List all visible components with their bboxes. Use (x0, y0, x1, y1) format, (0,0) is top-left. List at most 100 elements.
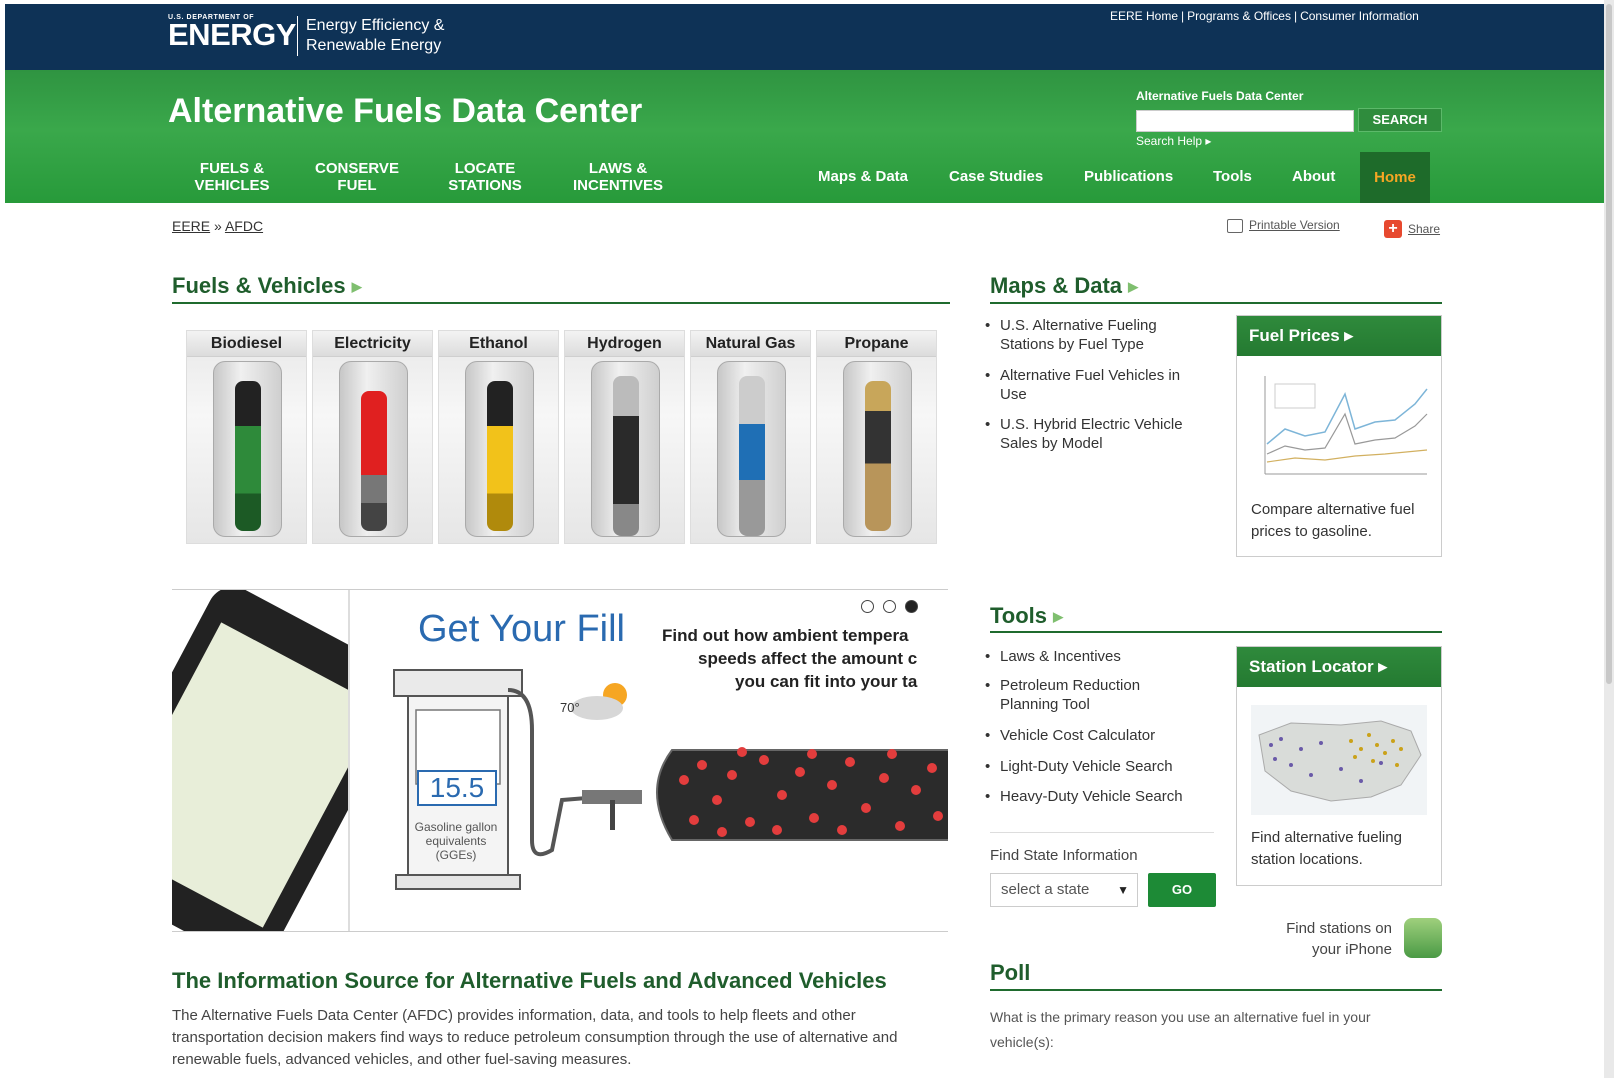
card-text-line: Find alternative fueling (1251, 829, 1402, 846)
tools-link-laws[interactable]: Laws & Incentives (985, 647, 1121, 666)
fuel-tile-natural-gas[interactable]: Natural Gas (690, 330, 811, 544)
gauge-caption: Gasoline gallon equivalents (GGEs) (408, 820, 504, 862)
top-link-eere-home[interactable]: EERE Home (1110, 9, 1178, 23)
fuel-prices-card-text: Compare alternative fuel prices to gasoli… (1251, 499, 1414, 543)
nav-label-line2: STATIONS (448, 177, 522, 194)
iphone-text-line: your iPhone (1311, 941, 1392, 958)
nav-fuels-vehicles[interactable]: FUELS & VEHICLES (182, 160, 282, 194)
chevron-right-icon: ▶ (351, 279, 362, 295)
link-line: Alternative Fuel Vehicles in (1000, 367, 1181, 384)
blue-nozzle-icon (739, 376, 765, 536)
iphone-app-text[interactable]: Find stations on your iPhone (1270, 918, 1392, 960)
nav-label-line1: LOCATE (454, 160, 516, 177)
tools-link-light-duty[interactable]: Light-Duty Vehicle Search (985, 757, 1173, 776)
share-link[interactable]: Share (1408, 222, 1440, 236)
logo-divider (297, 16, 298, 56)
tools-link-cost-calculator[interactable]: Vehicle Cost Calculator (985, 726, 1156, 745)
nav-label-line2: FUEL (337, 177, 377, 194)
nav-laws-incentives[interactable]: LAWS & INCENTIVES (566, 160, 670, 194)
fuel-tile-label: Electricity (313, 331, 432, 357)
nav-conserve-fuel[interactable]: CONSERVE FUEL (304, 160, 410, 194)
doe-logo-big: ENERGY (168, 17, 296, 52)
fuel-tile-biodiesel[interactable]: Biodiesel (186, 330, 307, 544)
eere-name-line1: Energy Efficiency & (306, 17, 445, 34)
nav-label-line1: LAWS & (588, 160, 648, 177)
map-screen (172, 622, 348, 928)
link-line: Heavy-Duty Vehicle Search (1000, 788, 1183, 805)
search-help-link[interactable]: Search Help ▸ (1136, 134, 1211, 148)
eere-name[interactable]: Energy Efficiency & Renewable Energy (306, 16, 444, 56)
link-line: Laws & Incentives (1000, 648, 1121, 665)
fuel-price-chart-thumbnail (1264, 376, 1428, 475)
nav-publications[interactable]: Publications (1084, 168, 1173, 185)
tools-link-heavy-duty[interactable]: Heavy-Duty Vehicle Search (985, 787, 1183, 806)
state-select[interactable]: select a state ▼ (990, 873, 1138, 907)
fuel-tile-hydrogen[interactable]: Hydrogen (564, 330, 685, 544)
go-button[interactable]: GO (1148, 873, 1216, 907)
printable-version-link[interactable]: Printable Version (1249, 218, 1340, 232)
top-links: EERE Home | Programs & Offices | Consumer In… (1110, 9, 1419, 23)
maps-data-heading[interactable]: Maps & Data ▶ (990, 273, 1138, 299)
nav-maps-data[interactable]: Maps & Data (818, 168, 908, 185)
fuel-tile-label: Propane (817, 331, 936, 357)
link-line: Planning Tool (1000, 696, 1090, 713)
station-app-icon[interactable] (1404, 918, 1442, 958)
fuel-prices-card-title[interactable]: Fuel Prices ▸ (1237, 316, 1441, 356)
slide-text-line: Find out how ambient tempera (662, 626, 909, 645)
share-plus-icon[interactable]: + (1384, 220, 1402, 238)
search-label: Alternative Fuels Data Center (1136, 89, 1304, 103)
eere-name-line2: Renewable Energy (306, 37, 442, 54)
black-nozzle-icon (613, 376, 639, 536)
nav-home[interactable]: Home (1360, 152, 1430, 203)
scrollbar-thumb[interactable] (1606, 4, 1612, 684)
fuels-vehicles-heading-text: Fuels & Vehicles (172, 273, 346, 298)
fuels-vehicles-heading[interactable]: Fuels & Vehicles ▶ (172, 273, 362, 299)
fuel-prices-card[interactable]: Fuel Prices ▸ Compare alternative fuel pr… (1236, 315, 1442, 557)
maps-link-hev-sales[interactable]: U.S. Hybrid Electric Vehicle Sales by Mod… (985, 415, 1183, 453)
poll-heading: Poll (990, 960, 1031, 985)
breadcrumb: EERE » AFDC (172, 218, 263, 234)
tools-heading[interactable]: Tools ▶ (990, 603, 1063, 629)
link-line: U.S. Hybrid Electric Vehicle (1000, 416, 1183, 433)
maps-link-stations-by-fuel[interactable]: U.S. Alternative Fueling Stations by Fuel… (985, 316, 1157, 354)
slide-dot-1[interactable] (861, 600, 874, 613)
nav-tools[interactable]: Tools (1213, 168, 1252, 185)
station-locator-card[interactable]: Station Locator ▸ Find alternative fueli… (1236, 646, 1442, 886)
nav-case-studies[interactable]: Case Studies (949, 168, 1043, 185)
nav-about[interactable]: About (1292, 168, 1335, 185)
slide-title: Get Your Fill (418, 608, 625, 650)
yellow-nozzle-icon (487, 381, 513, 531)
find-state-label: Find State Information (990, 847, 1138, 864)
doe-logo[interactable]: U.S. DEPARTMENT OF ENERGY (168, 14, 296, 52)
state-select-value: select a state (1001, 881, 1090, 898)
maps-heading-rule (990, 302, 1442, 304)
card-text-line: station locations. (1251, 851, 1363, 868)
link-line: U.S. Alternative Fueling (1000, 317, 1157, 334)
top-link-consumer[interactable]: Consumer Information (1300, 9, 1419, 23)
search-input[interactable] (1136, 110, 1354, 132)
fuel-tile-ethanol[interactable]: Ethanol (438, 330, 559, 544)
maps-link-afv-in-use[interactable]: Alternative Fuel Vehicles in Use (985, 366, 1181, 404)
tools-link-petroleum[interactable]: Petroleum Reduction Planning Tool (985, 676, 1140, 714)
gauge-caption-line: equivalents (425, 834, 487, 848)
link-line: Vehicle Cost Calculator (1000, 727, 1156, 744)
nav-locate-stations[interactable]: LOCATE STATIONS (440, 160, 530, 194)
printer-icon[interactable] (1227, 219, 1243, 233)
station-locator-card-title[interactable]: Station Locator ▸ (1237, 647, 1441, 687)
gauge-caption-line: (GGEs) (435, 848, 477, 862)
link-line: Stations by Fuel Type (1000, 336, 1144, 353)
site-title[interactable]: Alternative Fuels Data Center (168, 92, 642, 131)
state-divider (990, 832, 1214, 833)
breadcrumb-eere[interactable]: EERE (172, 218, 210, 234)
fuel-tile-electricity[interactable]: Electricity (312, 330, 433, 544)
fuel-tile-propane[interactable]: Propane (816, 330, 937, 544)
breadcrumb-afdc[interactable]: AFDC (225, 218, 263, 234)
search-button[interactable]: SEARCH (1358, 108, 1442, 132)
feature-slideshow[interactable]: Get Your Fill Find out how ambient tempe… (172, 589, 948, 932)
us-station-map-thumbnail (1251, 705, 1427, 815)
slide-dot-3-active[interactable] (905, 600, 918, 613)
page: U.S. DEPARTMENT OF ENERGY Energy Efficie… (0, 0, 1614, 1078)
top-link-programs[interactable]: Programs & Offices (1187, 9, 1291, 23)
card-text-line: Compare alternative fuel (1251, 501, 1415, 518)
slide-dot-2[interactable] (883, 600, 896, 613)
